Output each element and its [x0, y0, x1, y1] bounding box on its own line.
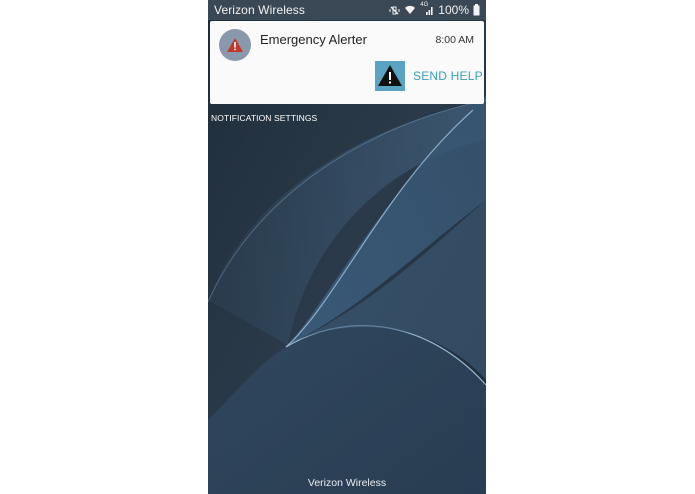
status-carrier: Verizon Wireless	[214, 3, 305, 17]
wifi-icon	[404, 5, 416, 15]
battery-icon	[473, 4, 480, 16]
notification-card[interactable]: Emergency Alerter 8:00 AM SEND HELP	[210, 21, 484, 104]
send-help-label: SEND HELP	[413, 69, 483, 83]
phone-screen: Verizon Wireless 4G 100% Emergency Alert…	[208, 0, 486, 494]
warning-icon	[227, 38, 243, 52]
send-help-button[interactable]: SEND HELP	[375, 61, 483, 91]
app-name: Emergency Alerter	[260, 32, 367, 47]
status-icons: 4G 100%	[389, 2, 480, 18]
battery-percent: 100%	[438, 3, 469, 17]
network-type: 4G	[420, 2, 429, 8]
warning-icon	[378, 65, 402, 86]
status-bar: Verizon Wireless 4G 100%	[208, 0, 486, 20]
send-help-icon-tile	[375, 61, 405, 91]
notification-time: 8:00 AM	[435, 34, 474, 46]
mute-vibrate-icon	[389, 5, 400, 16]
app-icon	[219, 29, 251, 61]
notification-settings-link[interactable]: NOTIFICATION SETTINGS	[211, 113, 317, 123]
lte-signal-icon: 4G	[420, 2, 434, 16]
lock-screen-carrier: Verizon Wireless	[307, 477, 387, 489]
